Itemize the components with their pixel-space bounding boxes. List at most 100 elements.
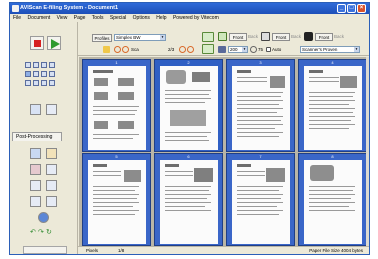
menu-help[interactable]: Help xyxy=(156,15,166,21)
front-button-3[interactable]: Front xyxy=(315,33,333,41)
scanner-icon[interactable] xyxy=(46,104,57,115)
text-line xyxy=(237,81,267,82)
undo-icon[interactable]: ↶ xyxy=(30,228,36,236)
view-2-icon[interactable] xyxy=(33,62,39,68)
next-page-icon[interactable] xyxy=(187,46,194,53)
stop-scan-button[interactable] xyxy=(30,36,44,50)
status-bar: Pixels 1/8 Paper File Size 4004 bytes xyxy=(78,246,369,254)
vertical-scrollbar[interactable] xyxy=(366,57,369,246)
start-scan-button[interactable] xyxy=(47,36,61,50)
rotate-icon[interactable] xyxy=(41,80,47,86)
binoculars-icon[interactable] xyxy=(30,180,41,191)
front-settings-icon[interactable] xyxy=(218,32,227,41)
text-line xyxy=(165,98,211,99)
doc-image xyxy=(270,76,285,88)
menu-powered-by[interactable]: Powered by Vitecom xyxy=(173,15,219,21)
post-processing-tab[interactable]: Post-Processing xyxy=(12,132,62,141)
page-thumbnail[interactable]: 7 xyxy=(226,153,295,246)
duplex-icon[interactable] xyxy=(261,32,270,41)
menu-view[interactable]: View xyxy=(57,15,68,21)
text-line xyxy=(165,202,211,203)
zoom-in-icon[interactable] xyxy=(25,80,31,86)
minimize-button[interactable]: _ xyxy=(337,4,346,13)
text-line xyxy=(93,106,139,107)
view-4-icon[interactable] xyxy=(41,62,47,68)
zoom-select[interactable]: 200 ▼ xyxy=(228,46,248,53)
text-line xyxy=(237,120,281,121)
doc-image xyxy=(310,165,334,181)
text-line xyxy=(165,194,211,195)
front-button-2[interactable]: Front xyxy=(272,33,290,41)
text-line xyxy=(93,134,139,135)
menu-file[interactable]: File xyxy=(13,15,21,21)
scan-icon[interactable] xyxy=(103,46,110,53)
reload-icon[interactable] xyxy=(122,46,129,53)
redo-icon[interactable]: ↷ xyxy=(38,228,44,236)
fit-icon[interactable] xyxy=(49,80,55,86)
page-thumbnail[interactable]: 1 xyxy=(82,59,151,152)
profiles-button[interactable]: Profiles xyxy=(92,34,112,42)
clean-icon[interactable] xyxy=(46,148,57,159)
page-preview xyxy=(88,66,146,150)
page-thumbnail[interactable]: 8 xyxy=(298,153,367,246)
text-line xyxy=(237,202,283,203)
text-line xyxy=(237,136,279,137)
edit-icon[interactable] xyxy=(46,196,57,207)
doc-image xyxy=(266,168,285,182)
view-6-icon[interactable] xyxy=(49,62,55,68)
globe-icon[interactable] xyxy=(38,212,49,223)
maximize-button[interactable]: □ xyxy=(347,4,356,13)
text-line xyxy=(237,206,277,207)
page-thumbnail[interactable]: 6 xyxy=(154,153,223,246)
text-line xyxy=(237,104,279,105)
text-line xyxy=(237,92,283,93)
front-button[interactable]: Front xyxy=(229,33,247,41)
source-select[interactable]: Scanner's Proven ▼ xyxy=(300,46,360,53)
back-label-1[interactable]: Back xyxy=(248,33,258,40)
back-label-3[interactable]: Back xyxy=(334,33,344,40)
page-thumbnail[interactable]: 5 xyxy=(82,153,151,246)
page-add-icon[interactable] xyxy=(202,32,214,42)
page-thumbnail[interactable]: 2 xyxy=(154,59,223,152)
page-insert-icon[interactable] xyxy=(202,44,214,54)
bottom-tool-strip[interactable] xyxy=(23,246,67,254)
delete-icon[interactable] xyxy=(30,164,41,175)
view-9-icon[interactable] xyxy=(33,71,39,77)
text-line xyxy=(237,116,283,117)
menu-options[interactable]: Options xyxy=(133,15,150,21)
copy-icon[interactable] xyxy=(30,196,41,207)
brush-icon[interactable] xyxy=(30,148,41,159)
crop-icon[interactable] xyxy=(46,164,57,175)
refresh-icon[interactable] xyxy=(114,46,121,53)
profile-select[interactable]: Simplex BW ▼ xyxy=(114,34,166,41)
text-line xyxy=(237,214,279,215)
menu-page[interactable]: Page xyxy=(74,15,86,21)
page-thumbnail[interactable]: 3 xyxy=(226,59,295,152)
rotate-right-icon[interactable]: ↻ xyxy=(46,228,52,236)
view-12-icon[interactable] xyxy=(41,71,47,77)
close-button[interactable]: × xyxy=(357,4,366,13)
view-16-icon[interactable] xyxy=(49,71,55,77)
app-icon xyxy=(12,5,19,12)
text-line xyxy=(93,202,139,203)
text-line xyxy=(309,206,349,207)
prev-page-icon[interactable] xyxy=(179,46,186,53)
text-line xyxy=(165,190,209,191)
view-8-icon[interactable] xyxy=(25,71,31,77)
page-thumbnail[interactable]: 4 xyxy=(298,59,367,152)
split-icon[interactable] xyxy=(46,180,57,191)
stop-icon xyxy=(34,40,41,47)
menu-tools[interactable]: Tools xyxy=(92,15,104,21)
menu-special[interactable]: Special xyxy=(110,15,126,21)
doc-heading xyxy=(93,164,107,167)
page-number: 5 xyxy=(115,154,118,159)
zoom-out-icon[interactable] xyxy=(33,80,39,86)
menu-document[interactable]: Document xyxy=(27,15,50,21)
contrast-icon[interactable] xyxy=(304,32,313,41)
save-icon[interactable] xyxy=(30,104,41,115)
text-line xyxy=(237,132,283,133)
back-label-2[interactable]: Back xyxy=(291,33,301,40)
doc-image xyxy=(118,121,134,129)
view-1-icon[interactable] xyxy=(25,62,31,68)
auto-checkbox[interactable] xyxy=(266,47,271,52)
